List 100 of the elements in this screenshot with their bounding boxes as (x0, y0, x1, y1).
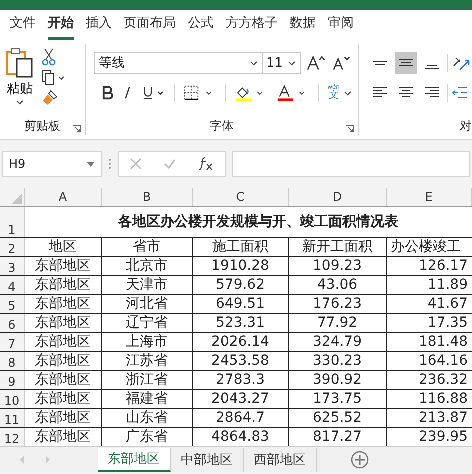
table-cell: 东部地区 (25, 390, 102, 408)
formula-input[interactable] (232, 151, 470, 177)
column-header[interactable]: B (102, 188, 193, 206)
header-cell: 省市 (102, 238, 193, 256)
table-cell-text: 213.87 (418, 409, 469, 427)
title-cell-text: 各地区办公楼开发规模与开、竣工面积情况表 (117, 213, 400, 232)
table-cell: 东部地区 (25, 276, 102, 294)
table-cell: 2783.3 (193, 371, 289, 389)
ribbon-tab[interactable]: 文件 (10, 10, 36, 40)
table-cell: 福建省 (102, 390, 193, 408)
row-header[interactable]: 1 (0, 207, 25, 237)
table-cell-text: 41.67 (426, 295, 469, 313)
dialog-launcher-icon[interactable] (73, 125, 81, 133)
function-icon[interactable] (198, 157, 214, 171)
increase-font-icon[interactable] (306, 55, 326, 71)
table-cell: 176.23 (289, 295, 387, 313)
table-cell-text: 164.16 (418, 352, 469, 370)
copy-button[interactable] (42, 70, 66, 86)
table-cell: 东部地区 (25, 409, 102, 427)
table-cell-text: 181.48 (418, 333, 469, 351)
table-cell-text: 239.95 (418, 428, 469, 446)
caret-icon (250, 60, 258, 66)
row-header[interactable]: 12 (0, 428, 25, 446)
align-icon (372, 86, 388, 100)
row-header[interactable]: 8 (0, 352, 25, 370)
table-cell-text: 17.35 (426, 314, 469, 332)
table-cell: 109.23 (289, 257, 387, 275)
group-label: 对 (460, 118, 472, 134)
sheet-tab[interactable]: 西部地区 (244, 448, 317, 472)
column-header[interactable]: C (193, 188, 289, 206)
row-header[interactable]: 3 (0, 257, 25, 275)
caret-icon (16, 100, 24, 105)
paste-button[interactable]: 粘贴 (6, 48, 34, 113)
header-cell: 地区 (25, 238, 102, 256)
table-cell: 625.52 (289, 409, 387, 427)
caret-icon (87, 162, 95, 166)
sheet-tab[interactable]: 东部地区 (98, 448, 171, 472)
table-cell: 173.75 (289, 390, 387, 408)
group-label: 剪贴板 (24, 118, 60, 134)
table-cell: 43.06 (289, 276, 387, 294)
clipboard-icon (6, 48, 34, 78)
ribbon-tab[interactable]: 方方格子 (226, 10, 278, 40)
ribbon-tab[interactable]: 页面布局 (124, 10, 176, 40)
table-cell: 东部地区 (25, 314, 102, 332)
table-cell: 东部地区 (25, 295, 102, 313)
column-header[interactable]: D (289, 188, 387, 206)
table-cell: 山东省 (102, 409, 193, 427)
group-label: 字体 (210, 118, 234, 134)
table-cell: 东部地区 (25, 257, 102, 275)
table-cell: 390.92 (289, 371, 387, 389)
decrease-font-icon[interactable] (332, 55, 352, 71)
row-header[interactable]: 4 (0, 276, 25, 294)
table-cell: 2026.14 (193, 333, 289, 351)
table-cell: 2043.27 (193, 390, 289, 408)
add-sheet-icon[interactable] (351, 450, 369, 468)
check-icon[interactable] (164, 158, 176, 170)
table-cell-text: 116.88 (418, 390, 469, 408)
header-cell: 新开工面积 (289, 238, 387, 256)
table-cell: 北京市 (102, 257, 193, 275)
caret-icon (288, 60, 296, 66)
table-cell: 77.92 (289, 314, 387, 332)
table-cell: 1910.28 (193, 257, 289, 275)
table-cell: 江苏省 (102, 352, 193, 370)
table-cell-text: 126.17 (418, 257, 469, 275)
row-header[interactable]: 9 (0, 371, 25, 389)
table-cell: 579.62 (193, 276, 289, 294)
column-header[interactable]: A (25, 188, 102, 206)
copy-icon (42, 70, 66, 86)
vertical-align-button[interactable] (395, 52, 417, 74)
name-box[interactable]: H9 (2, 151, 102, 177)
table-cell: 523.31 (193, 314, 289, 332)
align-middle-icon (398, 59, 414, 67)
column-header[interactable]: E (387, 188, 472, 206)
table-cell: 东部地区 (25, 371, 102, 389)
font-name-field[interactable]: 等线 (94, 52, 263, 74)
corner-triangle-icon (12, 194, 22, 204)
ribbon-tab[interactable]: 公式 (188, 10, 214, 40)
row-header[interactable]: 7 (0, 333, 25, 351)
row-header[interactable]: 2 (0, 238, 25, 256)
dialog-launcher-icon[interactable] (346, 125, 354, 133)
table-cell: 河北省 (102, 295, 193, 313)
scissors-icon (42, 48, 56, 66)
table-cell: 东部地区 (25, 352, 102, 370)
ribbon-tab[interactable]: 插入 (86, 10, 112, 40)
ribbon-tab[interactable]: 审阅 (328, 10, 354, 40)
font-size-field[interactable]: 11 (262, 52, 301, 74)
table-cell: 东部地区 (25, 333, 102, 351)
row-header[interactable]: 11 (0, 409, 25, 427)
align-icon (424, 86, 440, 100)
sheet-tab[interactable]: 中部地区 (171, 448, 244, 472)
table-cell: 330.23 (289, 352, 387, 370)
ribbon-tab[interactable]: 数据 (290, 10, 316, 40)
row-header[interactable]: 5 (0, 295, 25, 313)
bold-icon[interactable] (102, 86, 114, 100)
row-header[interactable]: 10 (0, 390, 25, 408)
row-header[interactable]: 6 (0, 314, 25, 332)
grip-icon (108, 158, 112, 170)
underline-icon[interactable] (142, 86, 166, 100)
table-cell: 2864.7 (193, 409, 289, 427)
decrease-indent-icon[interactable] (452, 86, 468, 100)
